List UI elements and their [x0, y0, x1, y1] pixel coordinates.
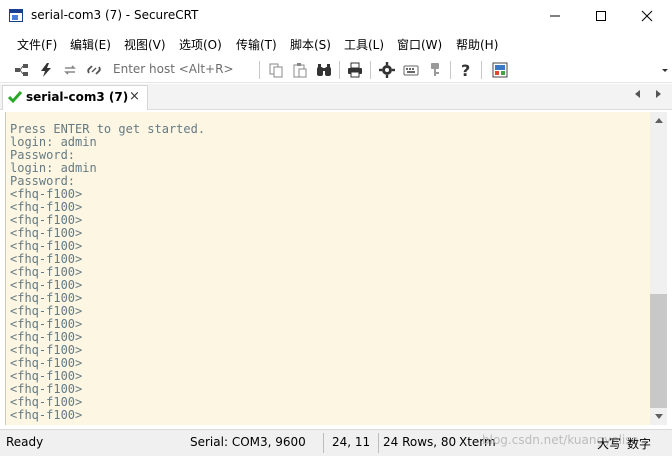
- print-icon[interactable]: [345, 60, 365, 80]
- help-icon[interactable]: ?: [456, 60, 476, 80]
- close-button[interactable]: [624, 0, 670, 32]
- session-tab-bar: serial-com3 (7) ×: [0, 84, 672, 110]
- minimize-icon: [550, 15, 560, 17]
- connect-icon[interactable]: [12, 60, 32, 80]
- tab-close-icon[interactable]: ×: [129, 89, 140, 104]
- sftp-icon[interactable]: [425, 60, 445, 80]
- window-title: serial-com3 (7) - SecureCRT: [31, 8, 199, 22]
- enter-host-hint[interactable]: Enter host <Alt+R>: [113, 62, 234, 76]
- toolbar-divider: [259, 61, 260, 79]
- status-divider: [323, 433, 324, 453]
- status-caps-lock: 大写: [597, 437, 622, 451]
- menu-help[interactable]: 帮助(H): [456, 36, 498, 53]
- maximize-button[interactable]: [578, 0, 624, 32]
- menu-options[interactable]: 选项(O): [179, 36, 222, 53]
- minimize-button[interactable]: [532, 0, 578, 32]
- tab-serial-com3[interactable]: serial-com3 (7) ×: [2, 85, 148, 110]
- status-connection: Serial: COM3, 9600: [190, 435, 306, 449]
- svg-text:?: ?: [461, 62, 470, 78]
- connected-check-icon: [8, 91, 22, 104]
- status-cursor-position: 24, 11: [332, 435, 371, 449]
- toolbar-divider: [450, 61, 451, 79]
- scroll-up-icon[interactable]: [655, 118, 663, 123]
- tab-scroll-left-icon[interactable]: [635, 90, 640, 98]
- disconnect-icon[interactable]: [84, 60, 104, 80]
- close-icon: [641, 10, 653, 22]
- menu-edit[interactable]: 编辑(E): [70, 36, 111, 53]
- toolbar-divider: [481, 61, 482, 79]
- tab-label: serial-com3 (7): [26, 90, 129, 104]
- menu-bar: 文件(F) 编辑(E) 视图(V) 选项(O) 传输(T) 脚本(S) 工具(L…: [0, 32, 672, 55]
- menu-transfer[interactable]: 传输(T): [236, 36, 277, 53]
- terminal-scrollbar[interactable]: [650, 112, 667, 425]
- menu-tools[interactable]: 工具(L): [344, 36, 384, 53]
- settings-icon[interactable]: [377, 60, 397, 80]
- terminal-output[interactable]: Press ENTER to get started. login: admin P…: [5, 112, 650, 425]
- toolbar-divider: [370, 61, 371, 79]
- menu-script[interactable]: 脚本(S): [290, 36, 331, 53]
- status-ready: Ready: [6, 435, 44, 449]
- toolbar: Enter host <Alt+R> ?: [0, 57, 672, 83]
- maximize-icon: [596, 11, 606, 21]
- status-num-lock: 数字: [627, 437, 652, 451]
- menu-window[interactable]: 窗口(W): [397, 36, 442, 53]
- reconnect-icon[interactable]: [60, 60, 80, 80]
- keymap-icon[interactable]: [401, 60, 421, 80]
- terminal-lines: Press ENTER to get started. login: admin P…: [10, 123, 205, 422]
- scroll-down-icon[interactable]: [655, 414, 663, 419]
- scrollbar-thumb[interactable]: [650, 294, 667, 408]
- menu-file[interactable]: 文件(F): [17, 36, 57, 53]
- toolbar-divider: [339, 61, 340, 79]
- paste-icon[interactable]: [290, 60, 310, 80]
- status-divider: [378, 433, 379, 453]
- screenshot-icon[interactable]: [490, 60, 510, 80]
- copy-icon[interactable]: [266, 60, 286, 80]
- quick-connect-icon[interactable]: [36, 60, 56, 80]
- terminal-line: <fhq-f100>: [10, 408, 83, 422]
- find-icon[interactable]: [314, 60, 334, 80]
- title-bar: serial-com3 (7) - SecureCRT: [0, 0, 672, 32]
- securecrt-app-icon[interactable]: [9, 9, 23, 22]
- toolbar-overflow-icon[interactable]: [662, 69, 668, 72]
- status-terminal-size: 24 Rows, 80: [383, 435, 457, 449]
- tab-scroll-right-icon[interactable]: [656, 90, 661, 98]
- menu-view[interactable]: 视图(V): [124, 36, 166, 53]
- status-bar: Ready Serial: COM3, 9600 24, 11 24 Rows,…: [0, 429, 672, 456]
